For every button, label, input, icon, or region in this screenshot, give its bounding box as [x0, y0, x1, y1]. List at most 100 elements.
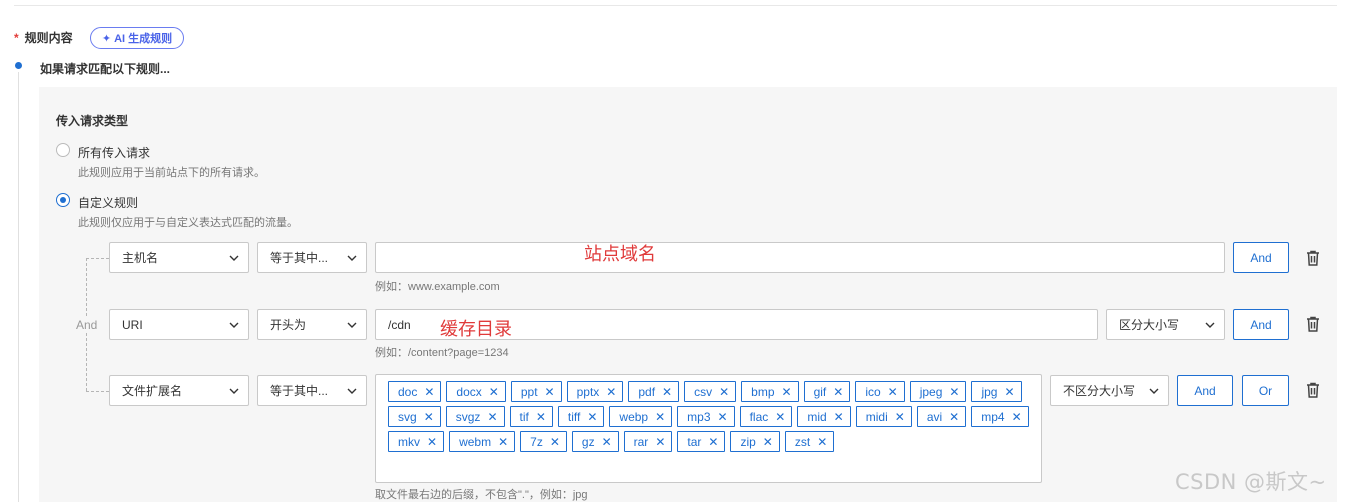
remove-tag-icon[interactable]: ✕	[487, 411, 497, 423]
remove-tag-icon[interactable]: ✕	[489, 386, 499, 398]
remove-tag-icon[interactable]: ✕	[424, 411, 434, 423]
radio-custom-rule[interactable]	[56, 193, 70, 207]
tag-list: doc ✕ docx ✕ ppt ✕ pptx ✕ pdf ✕ csv ✕ bmp ✕ gif ✕ ico ✕ jp…	[388, 381, 1038, 452]
extension-tag: tif ✕	[509, 406, 553, 427]
tree-and-label: And	[76, 318, 98, 332]
required-mark: *	[14, 31, 19, 45]
tag-label: mid	[807, 409, 827, 424]
remove-tag-icon[interactable]: ✕	[655, 411, 665, 423]
remove-tag-icon[interactable]: ✕	[763, 436, 773, 448]
remove-tag-icon[interactable]: ✕	[895, 411, 905, 423]
remove-tag-icon[interactable]: ✕	[1004, 386, 1014, 398]
extension-tag: tar ✕	[677, 431, 726, 452]
tag-label: mkv	[398, 434, 420, 449]
or-button-row3[interactable]: Or	[1242, 375, 1289, 406]
remove-tag-icon[interactable]: ✕	[888, 386, 898, 398]
step-line	[18, 72, 19, 502]
operator-select-value: 开头为	[270, 318, 307, 332]
remove-tag-icon[interactable]: ✕	[427, 436, 437, 448]
extension-tag: mp4 ✕	[971, 406, 1029, 427]
operator-select-hostname[interactable]: 等于其中...	[257, 242, 367, 273]
remove-tag-icon[interactable]: ✕	[602, 436, 612, 448]
tag-label: webm	[459, 434, 492, 449]
remove-tag-icon[interactable]: ✕	[708, 436, 718, 448]
remove-tag-icon[interactable]: ✕	[775, 411, 785, 423]
trash-icon[interactable]	[1306, 316, 1320, 332]
option-all-desc: 此规则应用于当前站点下的所有请求。	[78, 167, 265, 179]
tag-label: csv	[694, 384, 713, 399]
remove-tag-icon[interactable]: ✕	[949, 386, 959, 398]
extension-tag: gz ✕	[571, 431, 619, 452]
tag-label: doc	[398, 384, 418, 399]
field-select-uri[interactable]: URI	[109, 309, 249, 340]
remove-tag-icon[interactable]: ✕	[1012, 411, 1022, 423]
extension-tag-input[interactable]: doc ✕ docx ✕ ppt ✕ pptx ✕ pdf ✕ csv ✕ bmp ✕ gif ✕ ico ✕ jp…	[375, 374, 1042, 483]
field-select-value: URI	[122, 317, 143, 332]
chevron-down-icon	[1205, 322, 1215, 328]
tag-label: midi	[865, 409, 888, 424]
remove-tag-icon[interactable]: ✕	[545, 386, 555, 398]
case-select-value: 不区分大小写	[1063, 384, 1136, 398]
tag-label: svgz	[455, 409, 481, 424]
step-dot	[15, 62, 22, 69]
tag-label: tar	[687, 434, 702, 449]
field-select-hostname[interactable]: 主机名	[109, 242, 249, 273]
case-select-extension[interactable]: 不区分大小写	[1050, 375, 1169, 406]
remove-tag-icon[interactable]: ✕	[719, 386, 729, 398]
operator-select-value: 等于其中...	[270, 384, 329, 398]
and-button-row2[interactable]: And	[1233, 309, 1289, 340]
extension-tag: pdf ✕	[628, 381, 680, 402]
operator-select-value: 等于其中...	[270, 251, 329, 265]
annotation-cache-dir: 缓存目录	[440, 319, 512, 340]
extension-tag: svgz ✕	[445, 406, 505, 427]
option-all-label: 所有传入请求	[78, 146, 151, 160]
ai-generate-rule-button[interactable]: ✦ AI 生成规则	[90, 27, 184, 49]
case-select-value: 区分大小写	[1119, 318, 1180, 332]
extension-tag: ppt ✕	[510, 381, 562, 402]
and-button-row3[interactable]: And	[1177, 375, 1233, 406]
field-select-extension[interactable]: 文件扩展名	[109, 375, 249, 406]
option-custom-label: 自定义规则	[78, 196, 139, 210]
tag-label: pptx	[576, 384, 600, 399]
radio-all-requests[interactable]	[56, 143, 70, 157]
remove-tag-icon[interactable]: ✕	[424, 386, 434, 398]
chevron-down-icon	[229, 322, 239, 328]
extension-hint: 取文件最右边的后缀，不包含"."，例如：jpg	[375, 489, 588, 501]
tag-label: zip	[740, 434, 756, 449]
tag-label: gz	[581, 434, 595, 449]
sparkle-icon: ✦	[101, 32, 112, 45]
chevron-down-icon	[347, 322, 357, 328]
operator-select-uri[interactable]: 开头为	[257, 309, 367, 340]
request-type-title: 传入请求类型	[56, 114, 129, 128]
field-select-value: 主机名	[122, 251, 159, 265]
operator-select-extension[interactable]: 等于其中...	[257, 375, 367, 406]
tag-label: zst	[794, 434, 811, 449]
extension-tag: avi ✕	[916, 406, 967, 427]
tag-label: tiff	[567, 409, 581, 424]
remove-tag-icon[interactable]: ✕	[782, 386, 792, 398]
extension-tag: svg ✕	[388, 406, 441, 427]
trash-icon[interactable]	[1306, 250, 1320, 266]
chevron-down-icon	[347, 388, 357, 394]
remove-tag-icon[interactable]: ✕	[833, 386, 843, 398]
remove-tag-icon[interactable]: ✕	[550, 436, 560, 448]
case-select-uri[interactable]: 区分大小写	[1106, 309, 1225, 340]
annotation-site-domain: 站点域名	[584, 244, 656, 265]
remove-tag-icon[interactable]: ✕	[718, 411, 728, 423]
extension-tag: zst ✕	[784, 431, 835, 452]
remove-tag-icon[interactable]: ✕	[662, 386, 672, 398]
remove-tag-icon[interactable]: ✕	[817, 436, 827, 448]
remove-tag-icon[interactable]: ✕	[587, 411, 597, 423]
and-button-row1[interactable]: And	[1233, 242, 1289, 273]
remove-tag-icon[interactable]: ✕	[834, 411, 844, 423]
remove-tag-icon[interactable]: ✕	[536, 411, 546, 423]
trash-icon[interactable]	[1306, 382, 1320, 398]
remove-tag-icon[interactable]: ✕	[498, 436, 508, 448]
hostname-value-input[interactable]	[375, 242, 1225, 273]
extension-tag: 7z ✕	[520, 431, 567, 452]
extension-tag: mid ✕	[797, 406, 851, 427]
remove-tag-icon[interactable]: ✕	[949, 411, 959, 423]
remove-tag-icon[interactable]: ✕	[606, 386, 616, 398]
remove-tag-icon[interactable]: ✕	[655, 436, 665, 448]
extension-tag: gif ✕	[803, 381, 851, 402]
